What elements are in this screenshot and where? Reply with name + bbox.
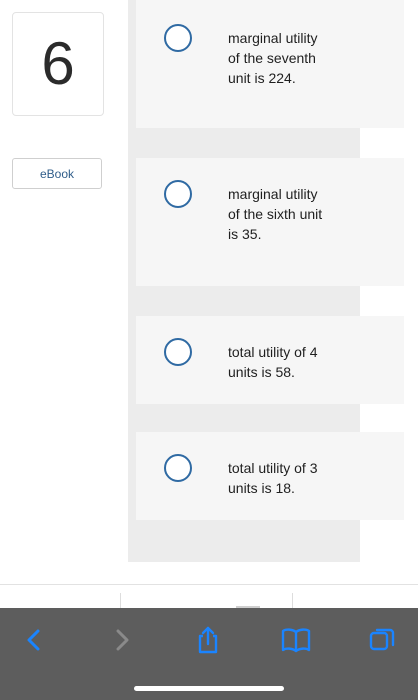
forward-icon [116, 629, 129, 651]
option-text: total utility of 3 units is 18. [228, 460, 318, 496]
option-text: total utility of 4 units is 58. [228, 344, 318, 380]
answer-option[interactable]: marginal utility of the sixth unit is 35… [136, 158, 404, 286]
home-indicator [134, 686, 284, 691]
answer-option[interactable]: total utility of 4 units is 58. [136, 316, 404, 404]
ebook-button[interactable]: eBook [12, 158, 102, 189]
tab-divider [120, 593, 121, 609]
question-number-box: 6 [12, 12, 104, 116]
back-button[interactable] [16, 622, 52, 658]
tabs-button[interactable] [364, 622, 400, 658]
question-number: 6 [41, 30, 75, 97]
radio-button[interactable] [164, 180, 192, 208]
share-icon [198, 626, 218, 654]
tabs-icon [369, 628, 395, 651]
bottom-tab-strip [0, 584, 418, 609]
bookmarks-button[interactable] [278, 622, 314, 658]
answer-option[interactable]: total utility of 3 units is 18. [136, 432, 404, 520]
radio-button[interactable] [164, 454, 192, 482]
radio-button[interactable] [164, 24, 192, 52]
browser-toolbar [0, 608, 418, 700]
back-icon [27, 629, 40, 651]
forward-button[interactable] [104, 622, 140, 658]
option-text: marginal utility of the sixth unit is 35… [228, 186, 323, 242]
option-text: marginal utility of the seventh unit is … [228, 30, 318, 86]
share-button[interactable] [190, 622, 226, 658]
bookmarks-icon [281, 628, 311, 653]
radio-button[interactable] [164, 338, 192, 366]
answer-option[interactable]: marginal utility of the seventh unit is … [136, 0, 404, 128]
tab-divider [292, 593, 293, 609]
